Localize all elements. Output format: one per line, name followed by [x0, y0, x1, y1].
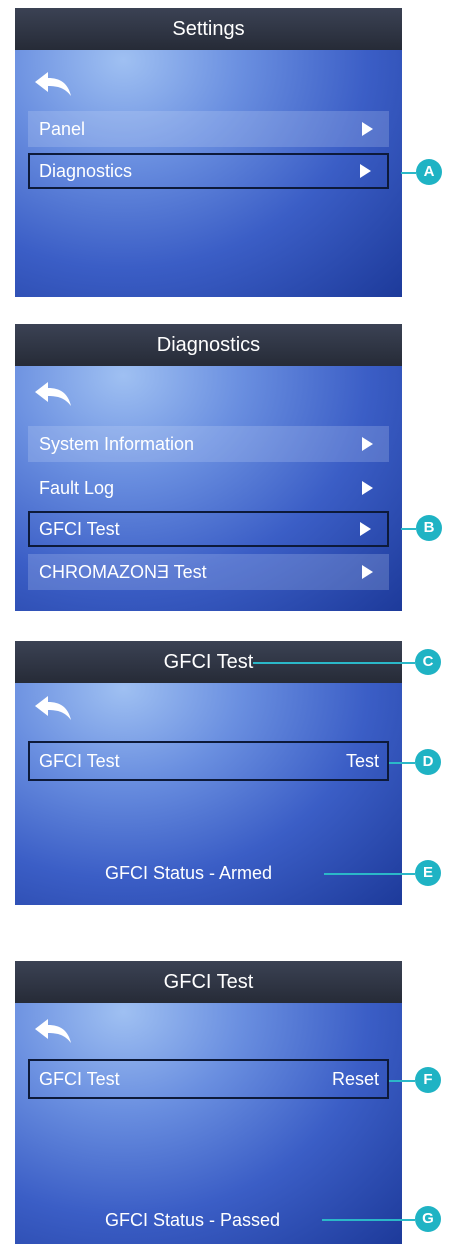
callout-badge-g: G [415, 1206, 441, 1232]
callout-line-e [324, 873, 415, 875]
menu-item-label: GFCI Test [39, 519, 120, 539]
callout-line-c [253, 662, 415, 664]
submenu-arrow-icon [362, 481, 373, 495]
menu-item-system-information[interactable]: System Information [28, 426, 389, 462]
gfci-test-title: GFCI Test [15, 961, 402, 1003]
menu-item-panel[interactable]: Panel [28, 111, 389, 147]
gfci-test-screen-passed: GFCI Test GFCI Test Reset GFCI Status - … [15, 961, 402, 1244]
back-arrow-icon[interactable] [33, 1017, 73, 1045]
submenu-arrow-icon [362, 565, 373, 579]
settings-screen: Settings Panel Diagnostics [15, 8, 402, 297]
callout-line-d [389, 762, 415, 764]
submenu-arrow-icon [362, 437, 373, 451]
submenu-arrow-icon [360, 164, 371, 178]
menu-item-chromazone-test[interactable]: CHROMAZONƎ Test [28, 554, 389, 590]
callout-badge-f: F [415, 1067, 441, 1093]
callout-line-a [401, 172, 416, 174]
callout-line-f [389, 1080, 415, 1082]
callout-badge-c: C [415, 649, 441, 675]
callout-badge-e: E [415, 860, 441, 886]
gfci-test-row-label: GFCI Test [39, 1069, 120, 1089]
back-arrow-icon[interactable] [33, 70, 73, 98]
settings-title: Settings [15, 8, 402, 50]
menu-item-label: Diagnostics [39, 161, 133, 181]
menu-item-label: Fault Log [39, 478, 115, 498]
gfci-test-screen-armed: GFCI Test GFCI Test Test GFCI Status - A… [15, 641, 402, 905]
gfci-status: GFCI Status - Passed [105, 1210, 281, 1230]
gfci-test-row[interactable]: GFCI Test Test [28, 741, 389, 781]
gfci-status: GFCI Status - Armed [105, 863, 273, 883]
menu-item-label: CHROMAZONƎ Test [39, 562, 207, 582]
callout-badge-d: D [415, 749, 441, 775]
back-arrow-icon[interactable] [33, 694, 73, 722]
callout-line-g [322, 1219, 415, 1221]
submenu-arrow-icon [362, 122, 373, 136]
reset-button[interactable]: Reset [332, 1061, 379, 1097]
gfci-test-row[interactable]: GFCI Test Reset [28, 1059, 389, 1099]
callout-badge-b: B [416, 515, 442, 541]
menu-item-fault-log[interactable]: Fault Log [28, 470, 389, 506]
test-button[interactable]: Test [346, 743, 379, 779]
callout-line-b [401, 528, 416, 530]
diagnostics-title: Diagnostics [15, 324, 402, 366]
diagnostics-screen: Diagnostics System Information Fault Log… [15, 324, 402, 611]
submenu-arrow-icon [360, 522, 371, 536]
menu-item-label: System Information [39, 434, 195, 454]
back-arrow-icon[interactable] [33, 380, 73, 408]
menu-item-label: Panel [39, 119, 86, 139]
menu-item-gfci-test[interactable]: GFCI Test [28, 511, 389, 547]
callout-badge-a: A [416, 159, 442, 185]
menu-item-diagnostics[interactable]: Diagnostics [28, 153, 389, 189]
gfci-test-row-label: GFCI Test [39, 751, 120, 771]
